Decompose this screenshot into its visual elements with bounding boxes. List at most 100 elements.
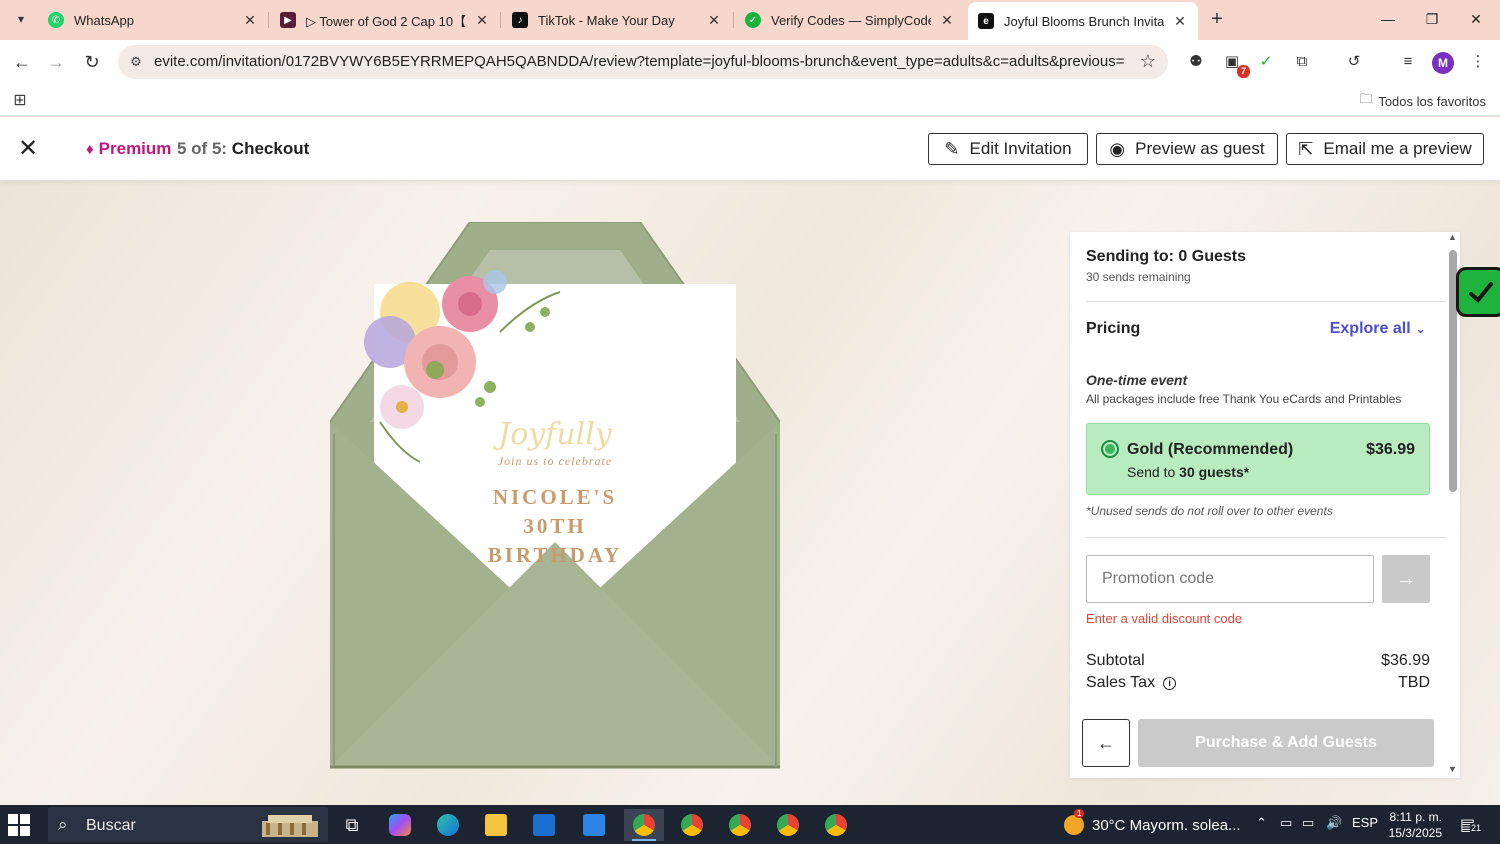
minimize-icon[interactable]: — [1368,6,1408,32]
sales-tax-row: Sales Tax i TBD [1086,674,1430,692]
back-arrow-icon[interactable]: ← [8,48,36,76]
promotion-code-input[interactable] [1086,555,1374,603]
info-icon[interactable]: i [1163,677,1177,690]
gold-package-option[interactable]: Gold (Recommended) $36.99 Send to 30 gue… [1086,423,1430,495]
tab-close-icon[interactable]: ✕ [706,12,722,29]
sending-to-label: Sending to: 0 Guests [1086,248,1247,265]
preview-as-guest-label: Preview as guest [1135,139,1265,158]
package-name: Gold (Recommended) [1127,441,1294,458]
simplycodes-extension-icon[interactable]: ✓ [1254,50,1278,74]
extension-bag-icon[interactable]: ▣ 7 [1220,50,1250,78]
taskbar-search[interactable]: ⌕ Buscar [48,807,328,842]
volume-icon[interactable]: 🔊 [1326,815,1342,831]
all-bookmarks-folder[interactable]: 🗀 Todos los favoritos [1359,90,1486,112]
chrome-profile-v-icon[interactable] [672,809,712,841]
windows-start-icon[interactable] [8,814,30,836]
tab-close-icon[interactable]: ✕ [474,12,490,29]
file-explorer-icon[interactable] [476,809,516,841]
premium-label: Premium [98,139,172,158]
weather-badge: 1 [1074,809,1085,818]
language-indicator[interactable]: ESP [1352,815,1378,830]
bookmark-star-icon[interactable]: ☆ [1140,51,1156,72]
chrome-profile-m2-icon[interactable] [720,809,760,841]
checkout-header: ✕ ♦ Premium 5 of 5: Checkout ✎ Edit Invi… [0,117,1500,181]
apply-promo-button[interactable]: → [1382,555,1430,603]
extension-robot-icon[interactable]: ⚉ [1184,50,1208,74]
subtotal-label: Subtotal [1086,652,1145,669]
new-tab-icon[interactable]: + [1204,6,1230,32]
show-hidden-icons-chevron-icon[interactable]: ⌃ [1256,815,1267,831]
premium-badge: ♦ Premium [86,139,171,159]
sends-remaining: 30 sends remaining [1086,270,1191,284]
chrome-profile-y-icon[interactable] [768,809,808,841]
step-name: Checkout [231,139,310,158]
scroll-up-icon[interactable]: ▲ [1448,232,1457,242]
arrow-left-icon: ← [1097,733,1115,753]
card-line-2: 30TH [523,514,587,538]
email-preview-button[interactable]: ⇱ Email me a preview [1286,133,1484,165]
meet-icon[interactable]: ▭ [1280,815,1292,831]
tab-close-icon[interactable]: ✕ [939,12,955,29]
edit-invitation-button[interactable]: ✎ Edit Invitation [928,133,1088,165]
search-highlight-icon [262,815,318,837]
tab-title: Joyful Blooms Brunch Invitation [1004,13,1164,29]
network-icon[interactable]: ▭ [1302,815,1314,831]
package-send-count: Send to 30 guests* [1127,464,1249,480]
profile-avatar[interactable]: M [1432,52,1454,74]
tab-tiktok[interactable]: ♪ TikTok - Make Your Day ✕ [502,6,732,34]
scroll-down-icon[interactable]: ▼ [1448,764,1457,774]
tab-search-chevron-icon[interactable]: ▾ [8,6,34,32]
window-close-icon[interactable]: ✕ [1456,6,1496,32]
taskbar-search-label: Buscar [86,817,136,834]
invitation-envelope-preview[interactable]: Joyfully Join us to celebrate NICOLE'S 3… [329,221,781,777]
reload-icon[interactable]: ↻ [78,48,106,76]
tab-simplycodes[interactable]: ✓ Verify Codes — SimplyCodes ✕ [735,6,965,34]
simplycodes-floating-button[interactable] [1456,267,1500,317]
tab-divider [268,12,269,28]
tab-title: Verify Codes — SimplyCodes [771,12,931,28]
history-icon[interactable]: ↺ [1342,50,1366,74]
outlook-icon[interactable] [524,809,564,841]
sales-tax-label: Sales Tax [1086,674,1156,691]
extensions-puzzle-icon[interactable]: ⧉ [1290,50,1314,74]
subtotal-value: $36.99 [1381,652,1430,669]
back-button[interactable]: ← [1082,719,1130,767]
weather-sun-icon: 1 [1064,809,1085,835]
purchase-add-guests-button[interactable]: Purchase & Add Guests [1138,719,1434,767]
notifications-icon[interactable]: ▤ 21 [1460,815,1483,835]
copilot-icon[interactable] [380,809,420,841]
pencil-icon: ✎ [944,138,960,159]
package-radio[interactable] [1101,440,1119,458]
address-bar[interactable]: ⚙ evite.com/invitation/0172BVYWY6B5EYRRM… [118,45,1168,79]
one-time-event-label: One-time event [1086,372,1188,388]
step-prefix: 5 of 5: [177,139,228,158]
apps-grid-icon[interactable]: ⊞ [10,90,30,110]
tab-divider [733,12,734,28]
chrome-profile-a-icon[interactable] [816,809,856,841]
preview-as-guest-button[interactable]: ◉ Preview as guest [1096,133,1278,165]
card-subtitle: Join us to celebrate [497,454,613,468]
site-settings-icon[interactable]: ⚙ [126,52,146,72]
url-text[interactable]: evite.com/invitation/0172BVYWY6B5EYRRMEP… [154,53,1124,70]
maximize-icon[interactable]: ❐ [1412,6,1452,32]
tab-evite-active[interactable]: e Joyful Blooms Brunch Invitation ✕ [968,2,1198,40]
media-control-icon[interactable]: ≡ [1396,50,1420,74]
kebab-menu-icon[interactable]: ⋮ [1466,50,1490,74]
subtotal-row: Subtotal $36.99 [1086,652,1430,670]
tab-whatsapp[interactable]: ✆ WhatsApp ✕ [38,6,268,34]
close-icon[interactable]: ✕ [16,137,40,161]
tab-close-icon[interactable]: ✕ [1172,13,1188,30]
weather-widget[interactable]: 1 30°C Mayorm. solea... [1064,809,1241,835]
simplycodes-icon: ✓ [745,12,761,28]
explore-all-link[interactable]: Explore all ⌄ [1330,320,1426,338]
microsoft-store-icon[interactable] [574,809,614,841]
explore-all-label: Explore all [1329,320,1411,337]
browser-toolbar: ← → ↻ ⚙ evite.com/invitation/0172BVYWY6B… [0,40,1500,84]
tab-tower-of-god[interactable]: ▶ ▷ Tower of God 2 Cap 10【SUB ✕ [270,6,500,34]
edge-icon[interactable] [428,809,468,841]
task-view-icon[interactable]: ⧉ [332,809,372,841]
chrome-profile-m-icon[interactable] [624,809,664,841]
tab-close-icon[interactable]: ✕ [242,12,258,29]
taskbar-clock[interactable]: 8:11 p. m. 15/3/2025 [1380,809,1442,841]
forward-arrow-icon[interactable]: → [42,48,70,76]
